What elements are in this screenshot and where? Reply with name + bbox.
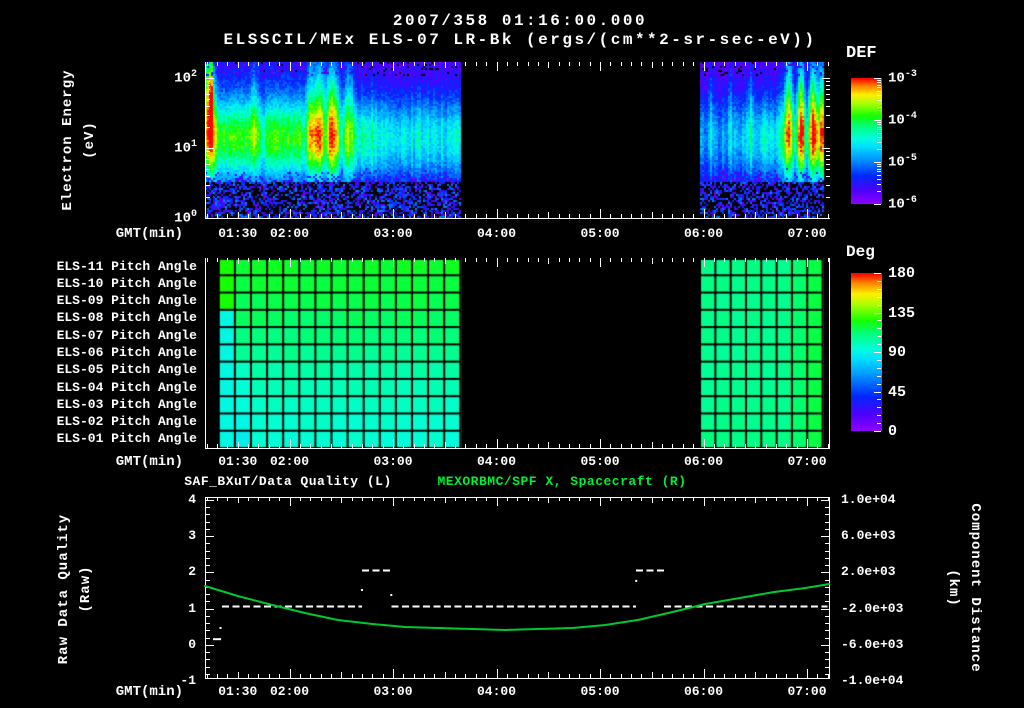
quality-point (390, 594, 392, 596)
energy-axis-label: Electron Energy (eV) (57, 65, 101, 215)
time-tick-label: 07:00 (777, 684, 837, 700)
def-colorbar-title: DEF (846, 44, 877, 64)
quality-axis-label-line2: (Raw) (75, 504, 97, 674)
time-tick-label: 05:00 (570, 684, 630, 700)
pitch-row-label: ELS-03 Pitch Angle (45, 397, 197, 413)
time-tick-label: 04:00 (467, 684, 527, 700)
deg-colorbar-tick-label: 90 (888, 344, 906, 362)
gmt-axis-label: GMT(min) (93, 226, 183, 243)
deg-colorbar-title: Deg (846, 243, 875, 262)
bottom-title-left: SAF_BXuT/Data Quality (L) (138, 474, 438, 490)
gmt-axis-label: GMT(min) (93, 454, 183, 471)
deg-colorbar-tick-label: 0 (888, 423, 897, 441)
right-ytick-label: 1.0e+04 (841, 492, 896, 508)
distance-axis-label: Component Distance (km) (942, 493, 986, 683)
right-ytick-label: -1.0e+04 (841, 673, 903, 689)
left-ytick-label: 1 (156, 601, 196, 617)
energy-ytick-label: 102 (143, 69, 197, 87)
time-tick-label: 03:00 (363, 454, 423, 470)
def-colorbar-tick-label: 10-3 (888, 69, 917, 87)
right-ytick-label: 2.0e+03 (841, 564, 896, 580)
right-ytick-label: -6.0e+03 (841, 637, 903, 653)
pitch-row-label: ELS-09 Pitch Angle (45, 293, 197, 309)
time-tick-label: 05:00 (570, 454, 630, 470)
time-tick-label: 02:00 (260, 226, 320, 242)
quality-startup-mark (213, 638, 221, 640)
pitch-row-label: ELS-10 Pitch Angle (45, 276, 197, 292)
pitch-row-label: ELS-08 Pitch Angle (45, 310, 197, 326)
pitch-row-label: ELS-11 Pitch Angle (45, 259, 197, 275)
pitch-row-label: ELS-01 Pitch Angle (45, 431, 197, 447)
pitch-row-label: ELS-05 Pitch Angle (45, 362, 197, 378)
def-colorbar-tick-label: 10-5 (888, 153, 917, 171)
quality-point (361, 589, 363, 591)
time-tick-label: 03:00 (363, 226, 423, 242)
pitch-row-label: ELS-04 Pitch Angle (45, 380, 197, 396)
def-colorbar-tick-label: 10-4 (888, 111, 917, 129)
time-tick-label: 03:00 (363, 684, 423, 700)
energy-ytick-label: 101 (143, 139, 197, 157)
page-title: 2007/358 01:16:00.000 (8, 12, 1024, 30)
time-tick-label: 04:00 (467, 226, 527, 242)
time-tick-label: 05:00 (570, 226, 630, 242)
plot-page: 2007/358 01:16:00.000 ELSSCIL/MEx ELS-07… (0, 0, 1024, 708)
time-tick-label: 07:00 (777, 226, 837, 242)
time-tick-label: 06:00 (674, 684, 734, 700)
pitch-row-label: ELS-07 Pitch Angle (45, 328, 197, 344)
time-tick-label: 07:00 (777, 454, 837, 470)
time-tick-label: 02:00 (260, 454, 320, 470)
quality-point (220, 627, 222, 629)
time-tick-label: 06:00 (674, 226, 734, 242)
pitch-row-label: ELS-02 Pitch Angle (45, 414, 197, 430)
right-ytick-label: 6.0e+03 (841, 528, 896, 544)
quality-axis-label-line1: Raw Data Quality (53, 504, 75, 674)
energy-axis-label-line2: (eV) (79, 65, 101, 215)
time-tick-label: 04:00 (467, 454, 527, 470)
bottom-title-right: MEXORBMC/SPF X, Spacecraft (R) (402, 474, 722, 490)
quality-point (635, 580, 637, 582)
left-ytick-label: 3 (156, 528, 196, 544)
quality-axis-label: Raw Data Quality (Raw) (53, 504, 97, 674)
distance-axis-label-line1: Component Distance (964, 493, 986, 683)
time-tick-label: 06:00 (674, 454, 734, 470)
energy-axis-label-line1: Electron Energy (57, 65, 79, 215)
right-ytick-label: -2.0e+03 (841, 601, 903, 617)
deg-colorbar-tick-label: 135 (888, 305, 915, 323)
left-ytick-label: 4 (156, 492, 196, 508)
pitch-row-label: ELS-06 Pitch Angle (45, 345, 197, 361)
left-ytick-label: 2 (156, 564, 196, 580)
left-ytick-label: -1 (156, 673, 196, 689)
deg-colorbar-tick-label: 180 (888, 265, 915, 283)
deg-colorbar-tick-label: 45 (888, 384, 906, 402)
energy-ytick-label: 100 (143, 209, 197, 227)
left-ytick-label: 0 (156, 637, 196, 653)
def-colorbar-tick-label: 10-6 (888, 195, 917, 213)
distance-axis-label-line2: (km) (942, 493, 964, 683)
time-tick-label: 02:00 (260, 684, 320, 700)
